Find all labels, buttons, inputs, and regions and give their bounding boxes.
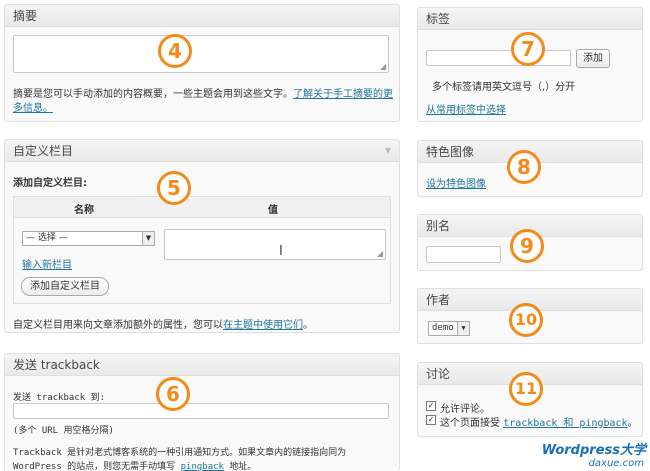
excerpt-help: 摘要是您可以手动添加的内容概要，一些主题会用到这些文字。了解关于手工摘要的更 (13, 89, 393, 100)
allow-pings-label: 这个页面接受 trackback 和 pingback。 (440, 418, 638, 429)
pingback-link[interactable]: pingback (181, 462, 224, 471)
trackback-desc-line2: WordPress 的站点，则您无需手动填写 pingback 地址。 (13, 462, 257, 471)
custom-fields-table-head: 名称 值 (13, 196, 391, 218)
excerpt-help-link-2[interactable]: 多信息。 (13, 103, 53, 114)
choose-popular-tags-link[interactable]: 从常用标签中选择 (426, 101, 506, 116)
badge-5: 5 (157, 171, 191, 205)
watermark-line1: Wordpress大学 (541, 443, 646, 458)
trackback-label: 发送 trackback 到: (13, 393, 106, 403)
excerpt-header[interactable]: 摘要 (5, 5, 399, 27)
slug-input[interactable] (426, 246, 501, 263)
set-featured-image-link[interactable]: 设为特色图像 (426, 175, 486, 190)
author-select[interactable]: demo ▼ (428, 321, 470, 336)
excerpt-title: 摘要 (13, 9, 38, 23)
badge-8: 8 (507, 150, 541, 184)
badge-7: 7 (511, 32, 545, 66)
col-value: 值 (268, 205, 278, 216)
add-tag-button[interactable]: 添加 (576, 49, 610, 68)
badge-9: 9 (510, 229, 544, 263)
custom-fields-footer: 自定义栏目用来向文章添加额外的属性，您可以在主题中使用它们。 (13, 320, 313, 331)
trackback-hint: (多个 URL 用空格分隔) (13, 426, 114, 436)
trackback-pingback-link[interactable]: trackback 和 pingback (503, 418, 627, 429)
custom-field-value-textarea[interactable]: ◢ (164, 229, 386, 260)
tags-header[interactable]: 标签 (418, 8, 642, 30)
badge-11: 11 (509, 372, 543, 406)
chevron-down-icon[interactable]: ▼ (457, 322, 469, 335)
allow-comments-checkbox[interactable]: ✓ (426, 401, 436, 411)
new-tag-input[interactable] (426, 50, 571, 66)
enter-new-field-link[interactable]: 输入新栏目 (22, 256, 72, 271)
trackback-header[interactable]: 发送 trackback (5, 354, 399, 376)
add-custom-field-heading: 添加自定义栏目: (13, 178, 87, 189)
custom-field-name-select[interactable]: — 选择 — ▼ (22, 231, 155, 246)
add-custom-field-button[interactable]: 添加自定义栏目 (21, 277, 109, 296)
trackback-box: 发送 trackback 发送 trackback 到: (多个 URL 用空格… (4, 353, 400, 471)
text-cursor-icon: I (279, 244, 283, 259)
chevron-down-icon[interactable]: ▼ (142, 232, 154, 245)
excerpt-help-link[interactable]: 了解关于手工摘要的更 (293, 89, 393, 100)
allow-comments-label: 允许评论。 (440, 404, 490, 415)
trackback-title: 发送 trackback (13, 358, 100, 372)
resize-grip-icon[interactable]: ◢ (380, 63, 386, 71)
custom-fields-title: 自定义栏目 (13, 144, 74, 158)
excerpt-box: 摘要 ◢ 摘要是您可以手动添加的内容概要，一些主题会用到这些文字。了解关于手工摘… (4, 4, 400, 122)
slug-title: 别名 (426, 219, 451, 233)
watermark: Wordpress大学 (542, 444, 646, 457)
collapse-arrow-icon[interactable]: ▼ (385, 140, 391, 162)
excerpt-help-line2: 多信息。 (13, 99, 53, 114)
use-in-theme-link[interactable]: 在主题中使用它们 (223, 320, 303, 331)
discussion-title: 讨论 (426, 367, 451, 381)
badge-6: 6 (156, 377, 190, 411)
badge-10: 10 (509, 303, 543, 337)
custom-fields-header[interactable]: 自定义栏目 ▼ (5, 140, 399, 162)
col-name: 名称 (74, 205, 94, 216)
tags-hint: 多个标签请用英文逗号（,）分开 (432, 82, 576, 93)
allow-pings-checkbox[interactable]: ✓ (426, 415, 436, 425)
custom-fields-box: 自定义栏目 ▼ 添加自定义栏目: 名称 值 — 选择 — ▼ 输入新栏目 添加自… (4, 139, 400, 333)
author-title: 作者 (426, 293, 451, 307)
resize-grip-icon[interactable]: ◢ (377, 250, 383, 258)
trackback-desc-line1: Trackback 是针对老式博客系统的一种引用通知方式。如果文章内的链接指向同… (13, 448, 347, 458)
watermark-sub: daxue.com (589, 458, 644, 469)
featured-image-title: 特色图像 (426, 145, 475, 159)
badge-4: 4 (158, 34, 192, 68)
watermark-line2: daxue.com (588, 458, 644, 469)
trackback-input[interactable] (13, 403, 389, 419)
tags-title: 标签 (426, 12, 451, 26)
excerpt-textarea[interactable]: ◢ (13, 35, 389, 73)
